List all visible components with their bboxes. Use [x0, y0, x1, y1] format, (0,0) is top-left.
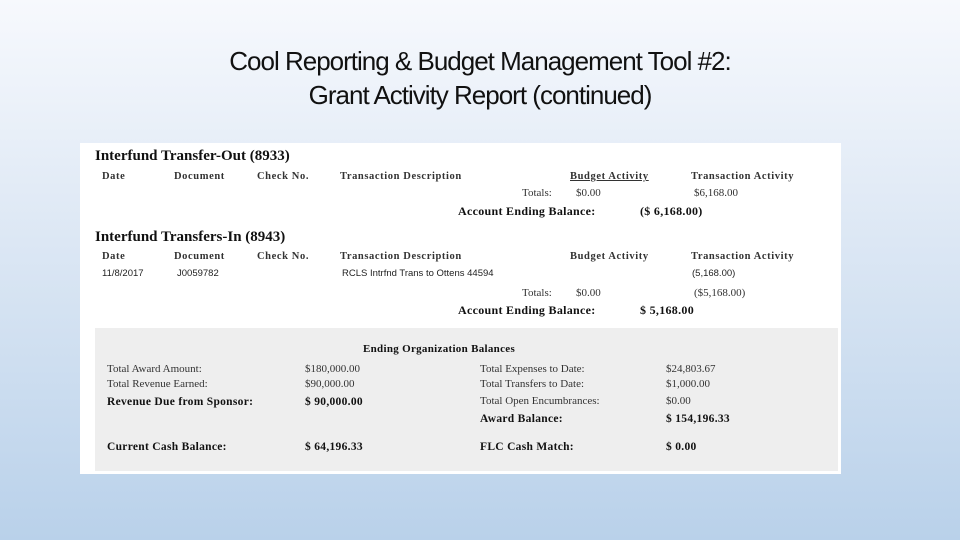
totals-label: Totals:: [522, 287, 552, 299]
row-description: RCLS Intrfnd Trans to Ottens 44594: [342, 268, 494, 279]
totals-label: Totals:: [522, 187, 552, 199]
cash-match-value: $ 0.00: [666, 441, 697, 453]
revenue-due-value: $ 90,000.00: [305, 396, 363, 408]
cash-match-label: FLC Cash Match:: [480, 441, 574, 453]
col-description: Transaction Description: [340, 251, 462, 262]
col-check: Check No.: [257, 251, 310, 262]
ending-balance-value: $ 5,168.00: [640, 303, 694, 317]
col-document: Document: [174, 251, 225, 262]
expenses-label: Total Expenses to Date:: [480, 363, 585, 375]
col-transaction: Transaction Activity: [691, 251, 795, 262]
revenue-earned-label: Total Revenue Earned:: [107, 378, 208, 390]
col-document: Document: [174, 171, 225, 182]
totals-budget: $0.00: [576, 287, 601, 299]
expenses-value: $24,803.67: [666, 363, 716, 375]
encumbrances-label: Total Open Encumbrances:: [480, 395, 600, 407]
award-balance-value: $ 154,196.33: [666, 413, 730, 425]
ending-balance-label: Account Ending Balance:: [458, 204, 596, 218]
col-check: Check No.: [257, 171, 310, 182]
revenue-earned-value: $90,000.00: [305, 378, 355, 390]
ending-balance-label: Account Ending Balance:: [458, 303, 596, 317]
cash-balance-value: $ 64,196.33: [305, 441, 363, 453]
transfer-in-heading: Interfund Transfers-In (8943): [95, 229, 286, 245]
encumbrances-value: $0.00: [666, 395, 691, 407]
row-transaction: (5,168.00): [692, 268, 736, 279]
ending-balance-value: ($ 6,168.00): [640, 204, 703, 218]
row-document: J0059782: [177, 268, 219, 279]
col-transaction: Transaction Activity: [691, 171, 795, 182]
totals-transaction: $6,168.00: [694, 187, 738, 199]
col-date: Date: [102, 251, 126, 262]
transfer-out-heading: Interfund Transfer-Out (8933): [95, 148, 290, 164]
transfers-label: Total Transfers to Date:: [480, 378, 585, 390]
col-date: Date: [102, 171, 126, 182]
ending-balances-box: Ending Organization Balances Total Award…: [95, 328, 838, 471]
col-budget: Budget Activity: [570, 251, 649, 262]
totals-budget: $0.00: [576, 187, 601, 199]
report-image: Interfund Transfer-Out (8933) Date Docum…: [80, 143, 841, 474]
transfers-value: $1,000.00: [666, 378, 710, 390]
col-description: Transaction Description: [340, 171, 462, 182]
revenue-due-label: Revenue Due from Sponsor:: [107, 396, 254, 408]
row-date: 11/8/2017: [102, 268, 144, 279]
slide-title-line2: Grant Activity Report (continued): [308, 80, 653, 110]
total-award-value: $180,000.00: [305, 363, 360, 375]
award-balance-label: Award Balance:: [480, 413, 563, 425]
cash-balance-label: Current Cash Balance:: [107, 441, 227, 453]
col-budget: Budget Activity: [570, 171, 649, 182]
slide-title-line1: Cool Reporting & Budget Management Tool …: [229, 46, 731, 76]
total-award-label: Total Award Amount:: [107, 363, 202, 375]
balances-heading: Ending Organization Balances: [363, 343, 516, 355]
totals-transaction: ($5,168.00): [694, 287, 746, 299]
